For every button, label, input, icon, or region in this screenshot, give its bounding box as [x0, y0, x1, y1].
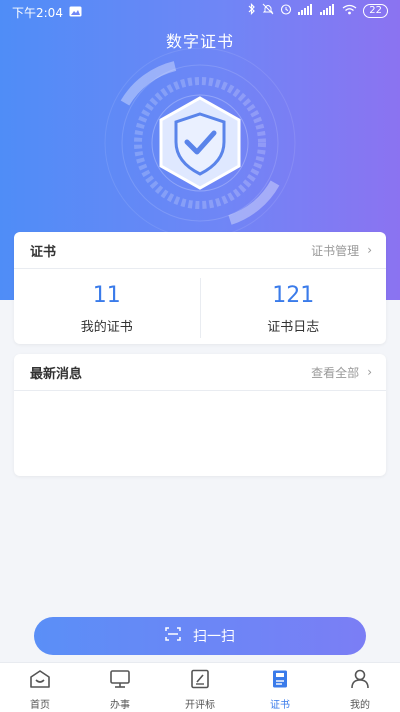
- stat-certificate-log[interactable]: 121 证书日志: [201, 282, 387, 335]
- news-card-title: 最新消息: [30, 366, 83, 382]
- stat-my-certificates[interactable]: 11 我的证书: [14, 282, 200, 335]
- certificate-card-title: 证书: [30, 244, 57, 260]
- tab-certificate[interactable]: 证书: [240, 663, 320, 712]
- news-card-header: 最新消息 查看全部 ›: [14, 354, 386, 391]
- certificate-card: 证书 证书管理 › 11 我的证书 121 证书日志: [14, 232, 386, 344]
- certificate-manage-link[interactable]: 证书管理 ›: [311, 242, 372, 259]
- status-bar: 下午2:04 22: [0, 0, 400, 24]
- certificate-shield-icon: [80, 47, 320, 258]
- scan-icon: [165, 627, 181, 645]
- tab-home[interactable]: 首页: [0, 663, 80, 712]
- certificate-manage-label: 证书管理: [311, 243, 360, 258]
- certificate-icon: [269, 669, 291, 693]
- user-icon: [349, 669, 371, 693]
- tab-business[interactable]: 办事: [80, 663, 160, 712]
- tab-label: 办事: [110, 700, 130, 711]
- stat-value: 121: [272, 282, 315, 308]
- tab-mine[interactable]: 我的: [320, 663, 400, 712]
- chevron-right-icon: ›: [367, 365, 372, 379]
- home-icon: [29, 669, 51, 693]
- monitor-icon: [109, 669, 131, 693]
- scan-button-label: 扫一扫: [193, 629, 235, 645]
- certificate-card-header: 证书 证书管理 ›: [14, 232, 386, 269]
- tab-label: 证书: [270, 700, 290, 711]
- signal-icon: [320, 3, 336, 18]
- chevron-right-icon: ›: [367, 243, 372, 257]
- status-time: 下午2:04: [12, 6, 63, 20]
- stat-value: 11: [92, 282, 121, 308]
- certificate-stats: 11 我的证书 121 证书日志: [14, 269, 386, 347]
- tab-label: 我的: [350, 700, 370, 711]
- tab-label: 首页: [30, 700, 50, 711]
- view-all-label: 查看全部: [311, 365, 360, 380]
- news-card: 最新消息 查看全部 ›: [14, 354, 386, 476]
- signal-icon: [298, 3, 314, 18]
- alarm-icon: [280, 3, 292, 18]
- edit-doc-icon: [189, 669, 211, 693]
- stat-label: 我的证书: [80, 319, 133, 335]
- wifi-icon: [342, 4, 357, 18]
- bluetooth-icon: [248, 3, 256, 18]
- stat-label: 证书日志: [267, 319, 320, 335]
- view-all-link[interactable]: 查看全部 ›: [311, 364, 372, 381]
- mute-icon: [262, 3, 274, 18]
- tab-label: 开评标: [185, 700, 215, 711]
- battery-indicator: 22: [363, 3, 388, 18]
- tab-bid-evaluation[interactable]: 开评标: [160, 663, 240, 712]
- image-notification-icon: [69, 6, 82, 20]
- bottom-tab-bar: 首页 办事 开评标 证书 我的: [0, 662, 400, 712]
- scan-button[interactable]: 扫一扫: [34, 617, 366, 655]
